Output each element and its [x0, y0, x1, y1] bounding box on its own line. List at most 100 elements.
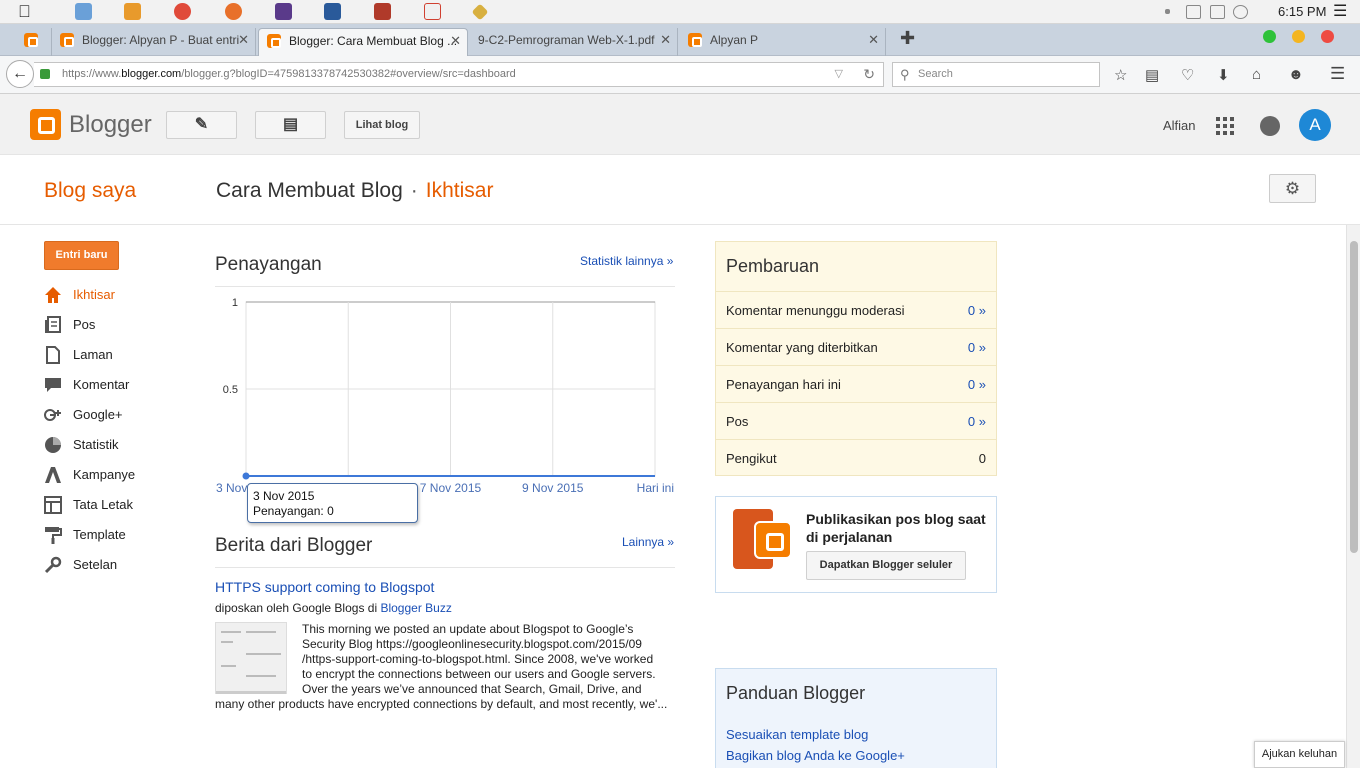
updates-row-value[interactable]: 0 » [968, 340, 986, 355]
dropdown-arrow-icon[interactable]: ▽ [835, 63, 843, 86]
app-icon[interactable] [275, 3, 292, 20]
new-post-button[interactable]: Entri baru [44, 241, 119, 270]
news-thumbnail[interactable] [215, 622, 287, 694]
excerpt-line: This morning we posted an update about B… [302, 622, 634, 636]
search-placeholder: Search [918, 68, 953, 80]
byline-prefix: diposkan oleh Google Blogs di [215, 601, 381, 615]
title-row: Blog saya Cara Membuat Blog · Ikhtisar ⚙ [0, 155, 1360, 225]
media-player-icon[interactable] [124, 3, 141, 20]
tab-create-post[interactable]: Blogger: Alpyan P - Buat entri ✕ [52, 28, 256, 56]
blogger-logo-icon [754, 521, 792, 559]
close-tab-icon[interactable]: ✕ [660, 28, 671, 52]
apple-icon[interactable]:  [18, 2, 31, 22]
views-title: Penayangan [215, 254, 322, 275]
byline-link[interactable]: Blogger Buzz [380, 601, 451, 615]
menu-list-icon[interactable]: ☰ [1333, 0, 1347, 24]
posts-icon [45, 316, 61, 333]
sidebar-item-label: Statistik [73, 437, 119, 452]
layout-icon [44, 496, 62, 514]
app-icon[interactable] [471, 3, 489, 21]
minimize-window-icon[interactable] [1292, 30, 1305, 43]
back-arrow-icon[interactable]: ← [6, 60, 34, 88]
more-stats-link[interactable]: Statistik lainnya » [580, 254, 673, 268]
network-icon[interactable] [1210, 5, 1225, 19]
settings-gear-button[interactable]: ⚙ [1269, 174, 1316, 203]
updates-row-label: Pengikut [726, 451, 777, 466]
apps-grid-icon[interactable] [1216, 117, 1234, 135]
news-excerpt: This morning we posted an update about B… [302, 622, 672, 697]
close-window-icon[interactable] [1321, 30, 1334, 43]
page-scrollbar[interactable] [1346, 225, 1360, 768]
finder-icon[interactable] [75, 3, 92, 20]
excerpt-line: to encrypt the connections between our u… [302, 667, 656, 681]
sidebar-item-label: Laman [73, 347, 113, 362]
user-name[interactable]: Alfian [1163, 118, 1196, 133]
more-news-link[interactable]: Lainnya » [622, 535, 674, 549]
blogger-favicon [267, 34, 281, 48]
avatar[interactable]: A [1299, 109, 1331, 141]
hamburger-menu-icon[interactable]: ☰ [1330, 64, 1345, 84]
reading-list-icon[interactable]: ▤ [1145, 66, 1159, 84]
app-icon[interactable] [374, 3, 391, 20]
sidebar-item-label: Setelan [73, 557, 118, 572]
feedback-button[interactable]: Ajukan keluhan [1254, 741, 1345, 768]
os-menu-bar:  6:15 PM ☰ [0, 0, 1360, 24]
tab-pdf[interactable]: 9-C2-Pemrograman Web-X-1.pdf ✕ [470, 28, 678, 56]
search-icon: ⚲ [900, 67, 910, 82]
new-tab-icon[interactable]: ✚ [900, 28, 915, 49]
updates-row-value[interactable]: 0 » [968, 303, 986, 318]
updates-row-value[interactable]: 0 » [968, 377, 986, 392]
posts-list-button[interactable]: ▤ [255, 111, 326, 139]
app-icon[interactable] [324, 3, 341, 20]
close-tab-icon[interactable]: ✕ [238, 28, 249, 52]
firefox-icon[interactable] [225, 3, 242, 20]
pocket-icon[interactable]: ♡ [1181, 66, 1194, 84]
my-blog-link[interactable]: Blog saya [44, 179, 136, 203]
chrome-icon[interactable] [174, 3, 191, 20]
new-post-pencil-button[interactable]: ✎ [166, 111, 237, 139]
chat-icon[interactable]: ☻ [1288, 66, 1304, 83]
guide-link[interactable]: Bagikan blog Anda ke Google+ [726, 748, 905, 763]
news-post-title[interactable]: HTTPS support coming to Blogspot [215, 579, 434, 595]
tab-blog[interactable]: Alpyan P ✕ [680, 28, 886, 56]
tab-pinned[interactable] [16, 28, 52, 56]
tab-label: Blogger: Cara Membuat Blog ... [289, 34, 458, 48]
view-blog-button[interactable]: Lihat blog [344, 111, 420, 139]
brand-name[interactable]: Blogger [69, 111, 152, 139]
blogger-favicon [24, 33, 38, 47]
maximize-window-icon[interactable] [1263, 30, 1276, 43]
search-input[interactable]: ⚲ Search [892, 62, 1100, 87]
reload-icon[interactable]: ↻ [863, 63, 875, 86]
home-icon[interactable]: ⌂ [1252, 66, 1261, 83]
guide-panel: Panduan Blogger Sesuaikan template blog … [715, 668, 997, 768]
updates-panel: Pembaruan Komentar menunggu moderasi 0 »… [715, 241, 997, 476]
blog-name[interactable]: Cara Membuat Blog [216, 179, 403, 202]
posts-icon: ▤ [282, 116, 299, 133]
browser-tab-bar: Blogger: Alpyan P - Buat entri ✕ Blogger:… [0, 24, 1360, 56]
download-icon[interactable]: ⬇ [1217, 66, 1230, 84]
volume-icon[interactable] [1233, 5, 1248, 19]
mobile-promo-text: Publikasikan pos blog saat di perjalanan [806, 511, 986, 545]
updates-row-value[interactable]: 0 » [968, 414, 986, 429]
flag-icon[interactable] [1186, 5, 1201, 19]
close-tab-icon[interactable]: ✕ [450, 29, 461, 53]
tooltip-date: 3 Nov 2015 [253, 489, 315, 503]
get-mobile-button[interactable]: Dapatkan Blogger seluler [806, 551, 966, 580]
url-bar[interactable]: https://www.blogger.com/blogger.g?blogID… [34, 62, 884, 87]
notification-bell-icon[interactable] [1260, 116, 1280, 136]
campaign-icon [45, 467, 61, 483]
tray-dot-icon [1165, 9, 1170, 14]
updates-row: Komentar menunggu moderasi 0 » [716, 291, 996, 328]
x-tick-label: 9 Nov 2015 [522, 481, 584, 495]
guide-title: Panduan Blogger [726, 683, 866, 703]
blogger-logo-icon[interactable] [30, 109, 61, 140]
url-host: blogger.com [121, 68, 182, 80]
close-tab-icon[interactable]: ✕ [868, 28, 879, 52]
page-title: Cara Membuat Blog · Ikhtisar [216, 179, 493, 203]
paint-roller-icon [45, 527, 62, 544]
tab-dashboard[interactable]: Blogger: Cara Membuat Blog ... ✕ [258, 28, 468, 56]
bookmark-star-icon[interactable]: ☆ [1114, 66, 1127, 84]
scrollbar-thumb[interactable] [1350, 241, 1358, 553]
guide-link[interactable]: Sesuaikan template blog [726, 727, 868, 742]
app-icon[interactable] [424, 3, 441, 20]
